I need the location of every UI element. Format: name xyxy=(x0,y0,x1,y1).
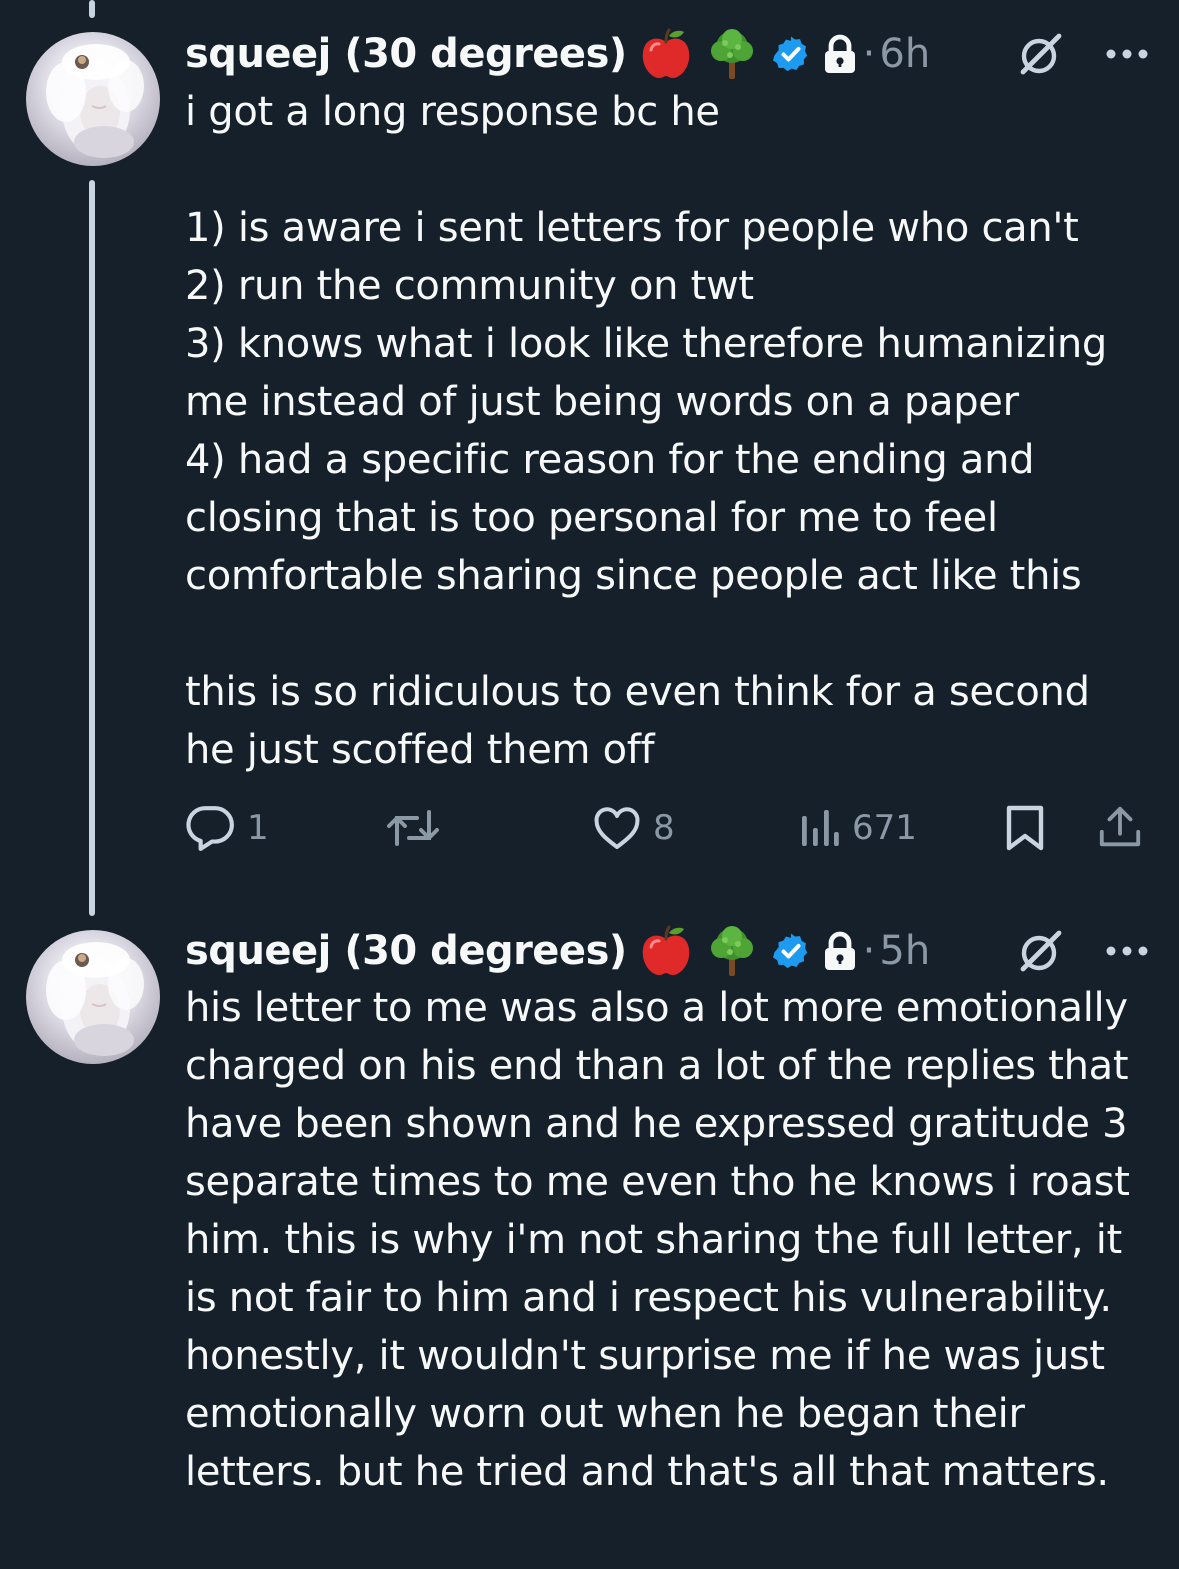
display-name[interactable]: squeej (30 degrees) xyxy=(185,31,627,77)
verified-badge-icon[interactable] xyxy=(771,931,811,971)
tweet-header: squeej (30 degrees) xyxy=(185,24,1149,84)
like-count: 8 xyxy=(653,808,675,848)
display-name[interactable]: squeej (30 degrees) xyxy=(185,928,627,974)
lock-icon xyxy=(823,34,857,74)
tweet-header: squeej (30 degrees) xyxy=(185,921,1149,981)
views-icon xyxy=(802,810,839,846)
tweet-text: his letter to me was also a lot more emo… xyxy=(185,985,1143,1495)
retweet-icon xyxy=(387,810,439,846)
tweet[interactable]: squeej (30 degrees) xyxy=(0,915,1179,1569)
like-button[interactable]: 8 xyxy=(593,798,675,858)
grok-icon[interactable] xyxy=(1017,30,1065,78)
view-count: 671 xyxy=(852,808,917,848)
avatar[interactable] xyxy=(26,32,160,166)
reply-icon xyxy=(186,806,234,851)
tweet-text: i got a long response bc he 1) is aware … xyxy=(185,89,1108,773)
share-icon xyxy=(1099,806,1141,847)
verified-badge-icon[interactable] xyxy=(771,34,811,74)
more-icon[interactable] xyxy=(1105,47,1149,61)
lock-icon xyxy=(823,931,857,971)
avatar[interactable] xyxy=(26,930,160,1064)
red-apple-emoji xyxy=(639,28,693,80)
separator-dot: · xyxy=(862,928,876,974)
bookmark-icon xyxy=(1006,805,1044,851)
share-button[interactable] xyxy=(1097,798,1143,858)
deciduous-tree-emoji xyxy=(705,27,759,81)
views-button[interactable]: 671 xyxy=(800,798,917,858)
reply-button[interactable]: 1 xyxy=(185,798,269,858)
more-icon[interactable] xyxy=(1105,944,1149,958)
grok-icon[interactable] xyxy=(1017,927,1065,975)
tweet[interactable]: squeej (30 degrees) xyxy=(0,0,1179,915)
retweet-button[interactable] xyxy=(385,798,441,858)
timestamp[interactable]: 5h xyxy=(879,928,930,974)
action-bar: 1 8 671 xyxy=(185,798,1150,858)
red-apple-emoji xyxy=(639,925,693,977)
bookmark-button[interactable] xyxy=(1005,798,1045,858)
separator-dot: · xyxy=(862,31,876,77)
deciduous-tree-emoji xyxy=(705,924,759,978)
heart-icon xyxy=(594,807,640,849)
timestamp[interactable]: 6h xyxy=(879,31,930,77)
reply-count: 1 xyxy=(247,808,269,848)
